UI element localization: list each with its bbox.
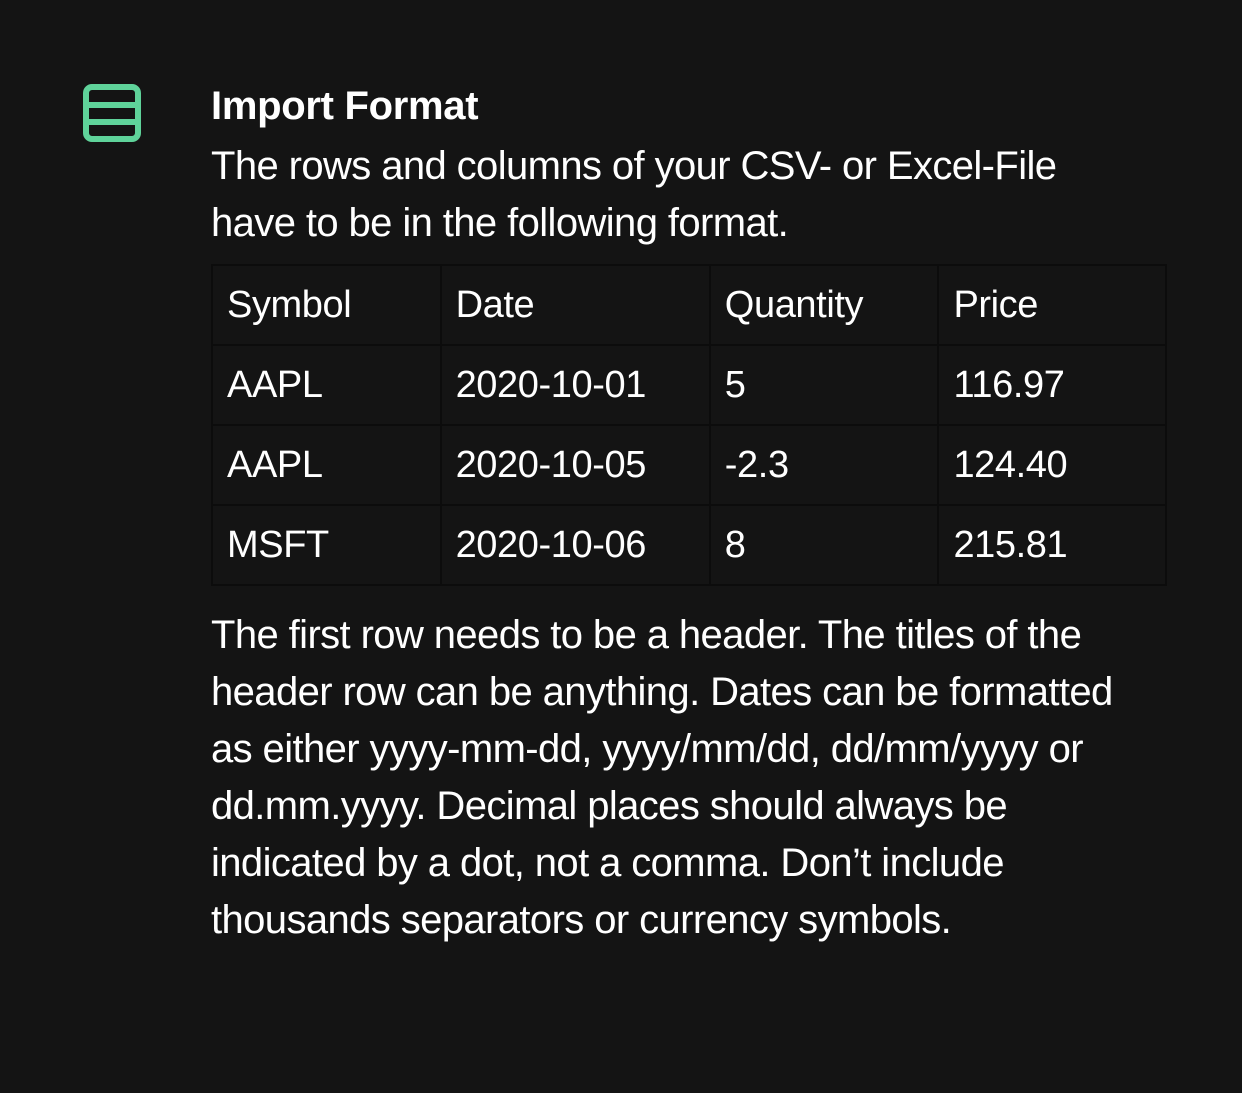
header-price: Price — [937, 264, 1167, 346]
cell-symbol: AAPL — [211, 344, 442, 426]
import-format-card: Import Format The rows and columns of yo… — [0, 0, 1242, 1093]
cell-price: 215.81 — [937, 504, 1167, 586]
cell-date: 2020-10-06 — [439, 504, 711, 586]
format-notes: The first row needs to be a header. The … — [211, 613, 1113, 942]
header-quantity: Quantity — [708, 264, 940, 346]
header-symbol: Symbol — [211, 264, 442, 346]
format-table: Symbol Date Quantity Price AAPL 2020-10-… — [211, 264, 1167, 586]
cell-symbol: MSFT — [211, 504, 442, 586]
header-date: Date — [439, 264, 711, 346]
cell-quantity: 5 — [708, 344, 940, 426]
cell-date: 2020-10-01 — [439, 344, 711, 426]
cell-symbol: AAPL — [211, 424, 442, 506]
section-title: Import Format — [211, 84, 479, 128]
table-row: AAPL 2020-10-05 -2.3 124.40 — [211, 424, 1167, 506]
table-header-row: Symbol Date Quantity Price — [211, 264, 1167, 346]
intro-text: The rows and columns of your CSV- or Exc… — [211, 144, 1057, 245]
cell-quantity: -2.3 — [708, 424, 940, 506]
rows-icon — [83, 84, 141, 142]
cell-quantity: 8 — [708, 504, 940, 586]
table-row: AAPL 2020-10-01 5 116.97 — [211, 344, 1167, 426]
table-row: MSFT 2020-10-06 8 215.81 — [211, 504, 1167, 586]
import-format-content: Import Format The rows and columns of yo… — [211, 82, 1171, 949]
cell-price: 116.97 — [937, 344, 1167, 426]
cell-date: 2020-10-05 — [439, 424, 711, 506]
cell-price: 124.40 — [937, 424, 1167, 506]
